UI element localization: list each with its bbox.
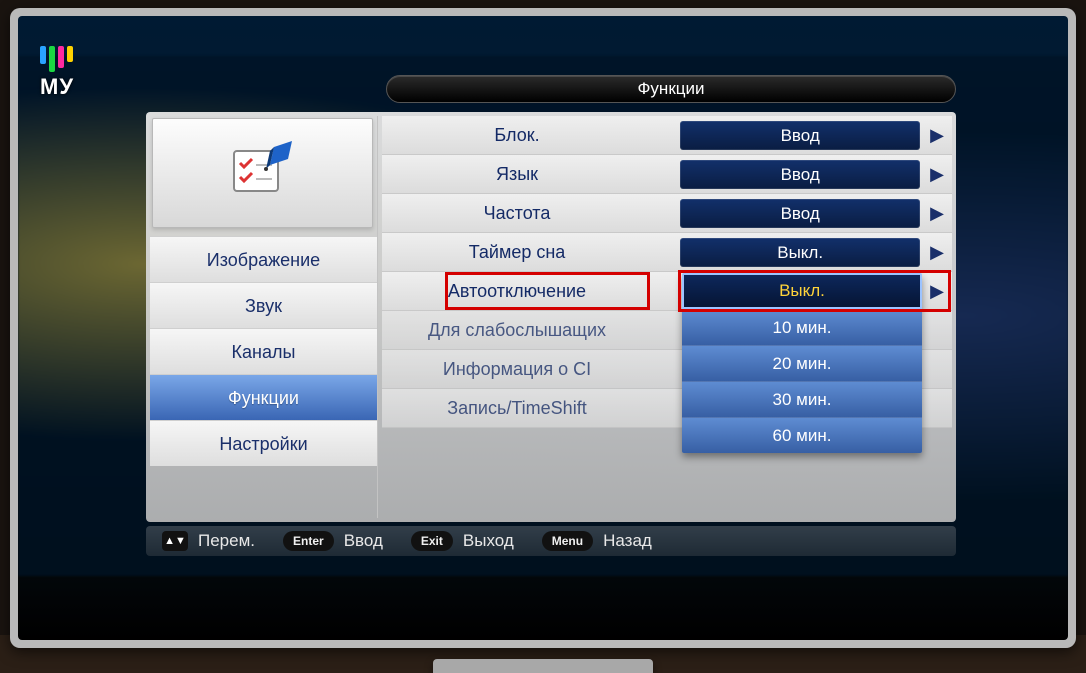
setting-row-frequency[interactable]: Частота Ввод ▶ xyxy=(382,194,952,233)
exit-key-pill: Exit xyxy=(411,531,453,551)
enter-key-pill: Enter xyxy=(283,531,334,551)
legend-menu-label: Назад xyxy=(603,531,652,551)
tv-frame: МУ Функции xyxy=(10,8,1076,648)
chevron-right-icon: ▶ xyxy=(930,281,944,302)
section-icon-card xyxy=(152,118,373,228)
tv-stand xyxy=(433,659,653,673)
option-label: Выкл. xyxy=(779,281,825,300)
option-label: 10 мин. xyxy=(773,318,832,337)
dropdown-option[interactable]: 10 мин. xyxy=(682,309,922,345)
menu-key-pill: Menu xyxy=(542,531,593,551)
legend-move-label: Перем. xyxy=(198,531,255,551)
setting-label: Запись/TimeShift xyxy=(382,398,652,419)
setting-value: Ввод xyxy=(680,160,920,189)
sidebar-item-functions[interactable]: Функции xyxy=(150,374,377,420)
legend-bar: ▲▼ Перем. Enter Ввод Exit Выход Menu Наз… xyxy=(146,526,956,556)
legend-enter-label: Ввод xyxy=(344,531,383,551)
checklist-icon xyxy=(228,141,298,206)
setting-label: Частота xyxy=(382,203,652,224)
sidebar-item-settings[interactable]: Настройки xyxy=(150,420,377,466)
setting-row-language[interactable]: Язык Ввод ▶ xyxy=(382,155,952,194)
channel-logo: МУ xyxy=(40,46,74,100)
legend-menu: Menu Назад xyxy=(542,531,652,551)
legend-exit: Exit Выход xyxy=(411,531,514,551)
legend-exit-label: Выход xyxy=(463,531,514,551)
menu-header: Функции xyxy=(146,72,956,106)
setting-value: Ввод xyxy=(680,121,920,150)
updown-icon: ▲▼ xyxy=(162,531,188,551)
setting-label: Информация о CI xyxy=(382,359,652,380)
setting-value: Ввод xyxy=(680,199,920,228)
setting-label: Блок. xyxy=(382,125,652,146)
sidebar: Изображение Звук Каналы Функции Настройк… xyxy=(150,116,378,518)
sidebar-item-sound[interactable]: Звук xyxy=(150,282,377,328)
settings-menu: Функции xyxy=(146,72,956,522)
channel-logo-text: МУ xyxy=(40,74,74,100)
dropdown-option[interactable]: 20 мин. xyxy=(682,345,922,381)
menu-title: Функции xyxy=(386,75,956,103)
chevron-right-icon: ▶ xyxy=(930,203,944,224)
setting-row-lock[interactable]: Блок. Ввод ▶ xyxy=(382,116,952,155)
option-label: 20 мин. xyxy=(773,354,832,373)
chevron-right-icon: ▶ xyxy=(930,164,944,185)
setting-label: Язык xyxy=(382,164,652,185)
option-label: 30 мин. xyxy=(773,390,832,409)
setting-value: Выкл. xyxy=(680,238,920,267)
setting-row-sleeptimer[interactable]: Таймер сна Выкл. ▶ xyxy=(382,233,952,272)
sidebar-item-label: Каналы xyxy=(232,342,296,362)
setting-label: Для слабослышащих xyxy=(382,320,652,341)
tv-screen: МУ Функции xyxy=(18,16,1068,640)
setting-label: Автоотключение xyxy=(382,281,652,302)
dropdown-option[interactable]: 60 мин. xyxy=(682,417,922,453)
chevron-right-icon: ▶ xyxy=(930,242,944,263)
dropdown-option[interactable]: 30 мин. xyxy=(682,381,922,417)
menu-body: Изображение Звук Каналы Функции Настройк… xyxy=(146,112,956,522)
sidebar-item-label: Звук xyxy=(245,296,282,316)
sidebar-item-label: Изображение xyxy=(207,250,320,270)
chevron-right-icon: ▶ xyxy=(930,125,944,146)
sidebar-item-label: Функции xyxy=(228,388,299,408)
autooff-dropdown[interactable]: Выкл. 10 мин. 20 мин. 30 мин. 60 мин. xyxy=(682,273,922,453)
dropdown-option-selected[interactable]: Выкл. xyxy=(682,273,922,309)
sidebar-item-channels[interactable]: Каналы xyxy=(150,328,377,374)
setting-label: Таймер сна xyxy=(382,242,652,263)
sidebar-item-label: Настройки xyxy=(219,434,307,454)
option-label: 60 мин. xyxy=(773,426,832,445)
settings-list: Блок. Ввод ▶ Язык Ввод ▶ xyxy=(382,116,952,518)
legend-move: ▲▼ Перем. xyxy=(162,531,255,551)
sidebar-item-image[interactable]: Изображение xyxy=(150,236,377,282)
legend-enter: Enter Ввод xyxy=(283,531,383,551)
